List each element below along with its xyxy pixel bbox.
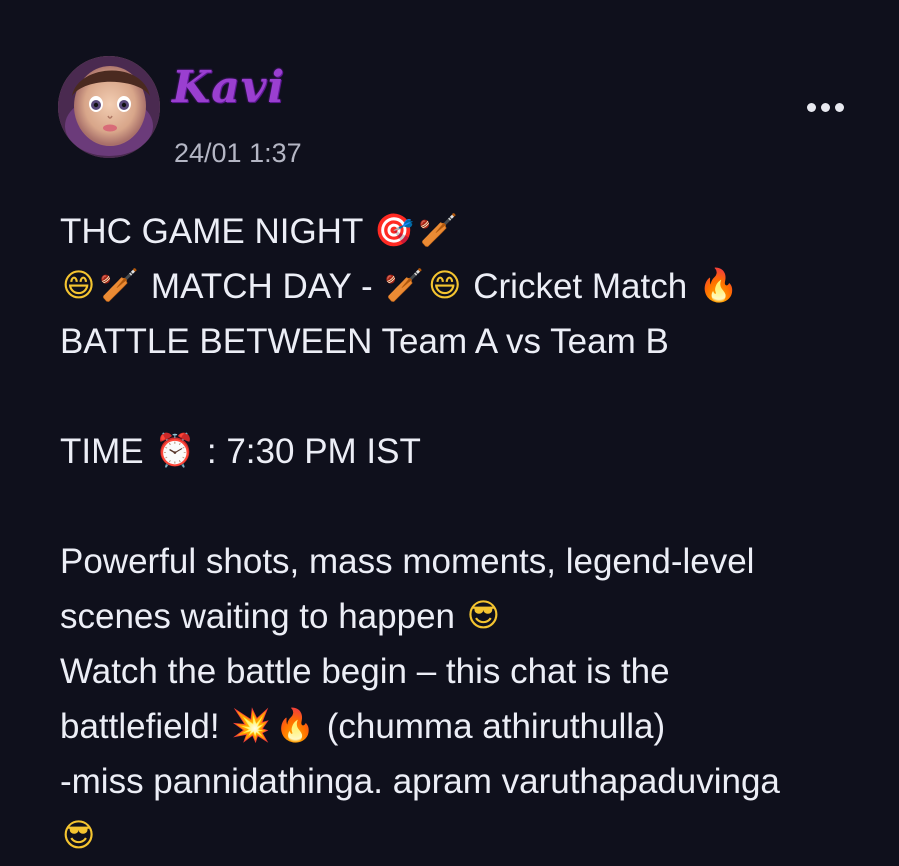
grin-emoji-icon: 😄 (62, 266, 96, 305)
boom-emoji-icon: 💥 (231, 706, 272, 745)
cool-emoji-icon: 😎 (466, 596, 501, 635)
message-line: Watch the battle begin – this chat is th… (60, 644, 880, 699)
message-line: scenes waiting to happen 😎 (60, 589, 880, 644)
clock-emoji-icon: ⏰ (155, 431, 196, 470)
author-name[interactable]: Kavi (172, 60, 285, 116)
message-text: battlefield! (60, 707, 230, 746)
post-timestamp: 24/01 1:37 (174, 138, 302, 168)
bat-emoji-icon: 🏏 (418, 211, 459, 250)
cool-emoji-icon: 😎 (62, 816, 96, 855)
message-line: TIME ⏰ : 7:30 PM IST (60, 424, 880, 479)
message-text: MATCH DAY - (141, 267, 383, 306)
bat-emoji-icon: 🏏 (99, 266, 140, 305)
message-line: BATTLE BETWEEN Team A vs Team B (60, 314, 880, 369)
message-text: (chumma athiruthulla) (316, 707, 666, 746)
message-text: -miss pannidathinga. apram varuthapaduvi… (60, 762, 780, 801)
message-line: -miss pannidathinga. apram varuthapaduvi… (60, 754, 880, 809)
message-line: battlefield! 💥 🔥 (chumma athiruthulla) (60, 699, 880, 754)
message-line: 😎 (60, 809, 880, 864)
more-dots-icon (806, 102, 816, 112)
message-line: 😄 🏏 MATCH DAY - 🏏 😄 Cricket Match 🔥 (60, 259, 880, 314)
target-emoji-icon: 🎯 (374, 211, 415, 250)
message-text: TIME (60, 432, 154, 471)
message-text: Watch the battle begin – this chat is th… (60, 652, 670, 691)
more-options-button[interactable] (800, 92, 850, 122)
fire-emoji-icon: 🔥 (698, 266, 739, 305)
message-text: Cricket Match (463, 267, 697, 306)
message-text: Powerful shots, mass moments, legend-lev… (60, 542, 755, 581)
fire-emoji-icon: 🔥 (275, 706, 315, 745)
message-line: THC GAME NIGHT 🎯 🏏 (60, 204, 880, 259)
more-dots-icon (834, 102, 844, 112)
more-dots-icon (820, 102, 830, 112)
message-text: scenes waiting to happen (60, 597, 465, 636)
avatar[interactable] (58, 56, 160, 158)
message-text: BATTLE BETWEEN Team A vs Team B (60, 322, 669, 361)
bat-emoji-icon: 🏏 (384, 266, 425, 305)
avatar-image (58, 56, 160, 158)
grin-emoji-icon: 😄 (428, 266, 462, 305)
message-text: THC GAME NIGHT (60, 212, 373, 251)
message-line: Powerful shots, mass moments, legend-lev… (60, 534, 880, 589)
message-text: : 7:30 PM IST (197, 432, 421, 471)
chat-post: Kavi 24/01 1:37 THC GAME NIGHT 🎯 🏏 😄 🏏 MATC… (0, 0, 899, 864)
post-message: THC GAME NIGHT 🎯 🏏 😄 🏏 MATCH DAY - 🏏 😄 Crick… (60, 204, 880, 864)
